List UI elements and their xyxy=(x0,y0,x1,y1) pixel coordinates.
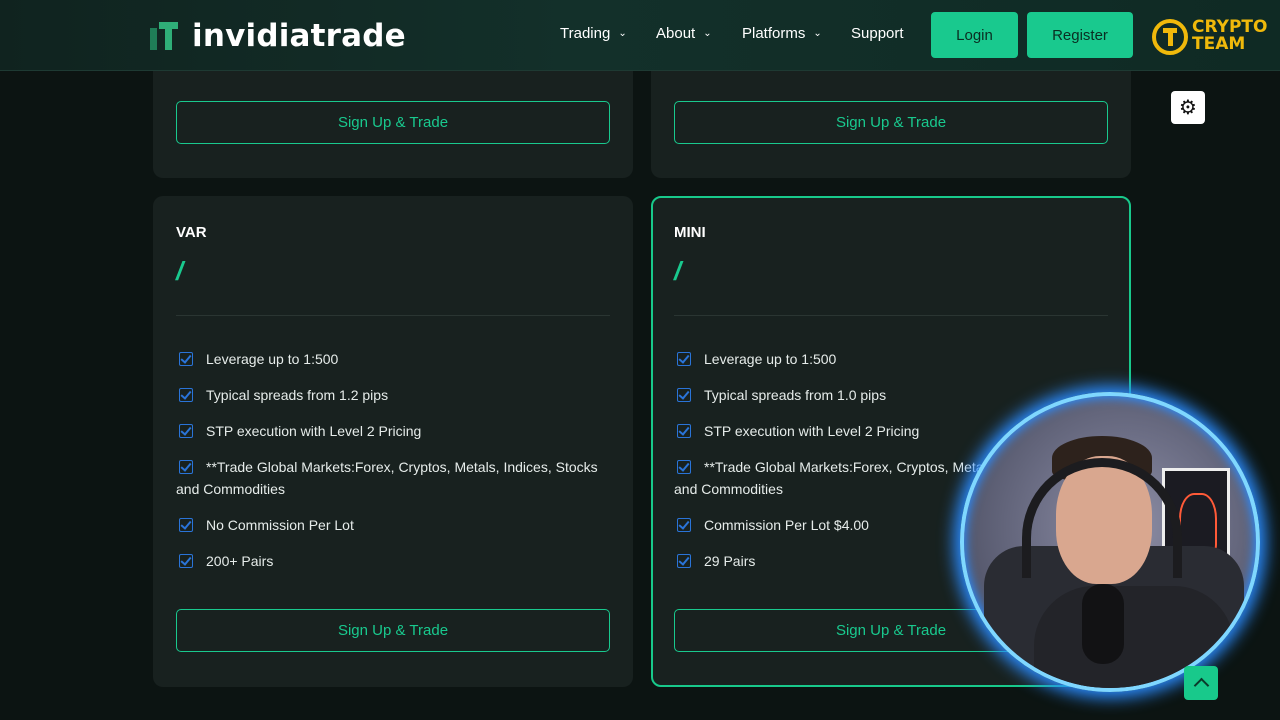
brand-logo-mark-icon xyxy=(150,22,178,50)
card-divider xyxy=(176,315,610,316)
nav-support[interactable]: Support xyxy=(851,25,904,42)
crypto-team-logo-line-2: TEAM xyxy=(1192,34,1246,54)
checkbox-icon xyxy=(179,388,193,402)
feature-text: Typical spreads from 1.0 pips xyxy=(704,387,887,403)
nav-platforms-label: Platforms xyxy=(742,25,806,42)
checkbox-icon xyxy=(179,424,193,438)
feature-text: **Trade Global Markets:Forex, Cryptos, M… xyxy=(176,459,598,497)
checkbox-icon xyxy=(677,424,691,438)
crypto-team-logo-text: CRYPTO TEAM xyxy=(1192,19,1267,53)
sign-up-trade-button[interactable]: Sign Up & Trade xyxy=(674,101,1108,144)
feature-text: STP execution with Level 2 Pricing xyxy=(206,423,422,439)
feature-text: 200+ Pairs xyxy=(206,553,274,569)
brand-name: invidiatrade xyxy=(192,18,406,54)
plan-price: / xyxy=(176,256,184,286)
chevron-down-icon: ⌄ xyxy=(813,28,822,39)
checkbox-icon xyxy=(179,518,193,532)
headphones-icon xyxy=(1022,458,1182,578)
feature-item: Leverage up to 1:500 xyxy=(176,348,616,370)
scroll-to-top-button[interactable] xyxy=(1184,666,1218,700)
site-header: invidiatrade Trading ⌄ About ⌄ Platforms… xyxy=(0,0,1280,71)
crypto-coin-icon xyxy=(1152,19,1188,55)
login-button[interactable]: Login xyxy=(931,12,1018,58)
checkbox-icon xyxy=(677,352,691,366)
feature-list: Leverage up to 1:500 Typical spreads fro… xyxy=(176,348,616,586)
plan-name: MINI xyxy=(674,224,706,241)
checkbox-icon xyxy=(677,518,691,532)
plan-name: VAR xyxy=(176,224,207,241)
feature-item: **Trade Global Markets:Forex, Cryptos, M… xyxy=(176,456,616,500)
feature-item: Typical spreads from 1.0 pips xyxy=(674,384,1114,406)
microphone-icon xyxy=(1082,584,1124,664)
sign-up-trade-button[interactable]: Sign Up & Trade xyxy=(176,609,610,652)
feature-text: STP execution with Level 2 Pricing xyxy=(704,423,920,439)
streamer-webcam-overlay xyxy=(960,392,1260,692)
feature-text: Typical spreads from 1.2 pips xyxy=(206,387,389,403)
register-button[interactable]: Register xyxy=(1027,12,1133,58)
feature-text: 29 Pairs xyxy=(704,553,756,569)
nav-trading-label: Trading xyxy=(560,25,611,42)
nav-support-label: Support xyxy=(851,25,904,42)
nav-about-label: About xyxy=(656,25,696,42)
checkbox-icon xyxy=(677,388,691,402)
feature-item: Leverage up to 1:500 xyxy=(674,348,1114,370)
feature-item: No Commission Per Lot xyxy=(176,514,616,536)
nav-about[interactable]: About ⌄ xyxy=(656,25,712,42)
sign-up-trade-button[interactable]: Sign Up & Trade xyxy=(176,101,610,144)
brand-logo[interactable]: invidiatrade xyxy=(150,20,406,52)
feature-item: Typical spreads from 1.2 pips xyxy=(176,384,616,406)
gear-icon: ⚙ xyxy=(1179,97,1197,119)
chevron-down-icon: ⌄ xyxy=(703,28,712,39)
crypto-team-logo: CRYPTO TEAM xyxy=(1152,17,1270,57)
card-divider xyxy=(674,315,1108,316)
feature-item: STP execution with Level 2 Pricing xyxy=(176,420,616,442)
nav-trading[interactable]: Trading ⌄ xyxy=(560,25,627,42)
plan-price: / xyxy=(674,256,682,286)
pricing-card-var: VAR / Leverage up to 1:500 Typical sprea… xyxy=(153,196,633,687)
nav-platforms[interactable]: Platforms ⌄ xyxy=(742,25,822,42)
chevron-down-icon: ⌄ xyxy=(618,28,627,39)
checkbox-icon xyxy=(677,554,691,568)
checkbox-icon xyxy=(677,460,691,474)
settings-button[interactable]: ⚙ xyxy=(1171,91,1205,124)
checkbox-icon xyxy=(179,554,193,568)
feature-text: Leverage up to 1:500 xyxy=(704,351,837,367)
feature-text: Commission Per Lot $4.00 xyxy=(704,517,869,533)
checkbox-icon xyxy=(179,352,193,366)
feature-item: 200+ Pairs xyxy=(176,550,616,572)
feature-text: Leverage up to 1:500 xyxy=(206,351,339,367)
checkbox-icon xyxy=(179,460,193,474)
feature-text: No Commission Per Lot xyxy=(206,517,354,533)
